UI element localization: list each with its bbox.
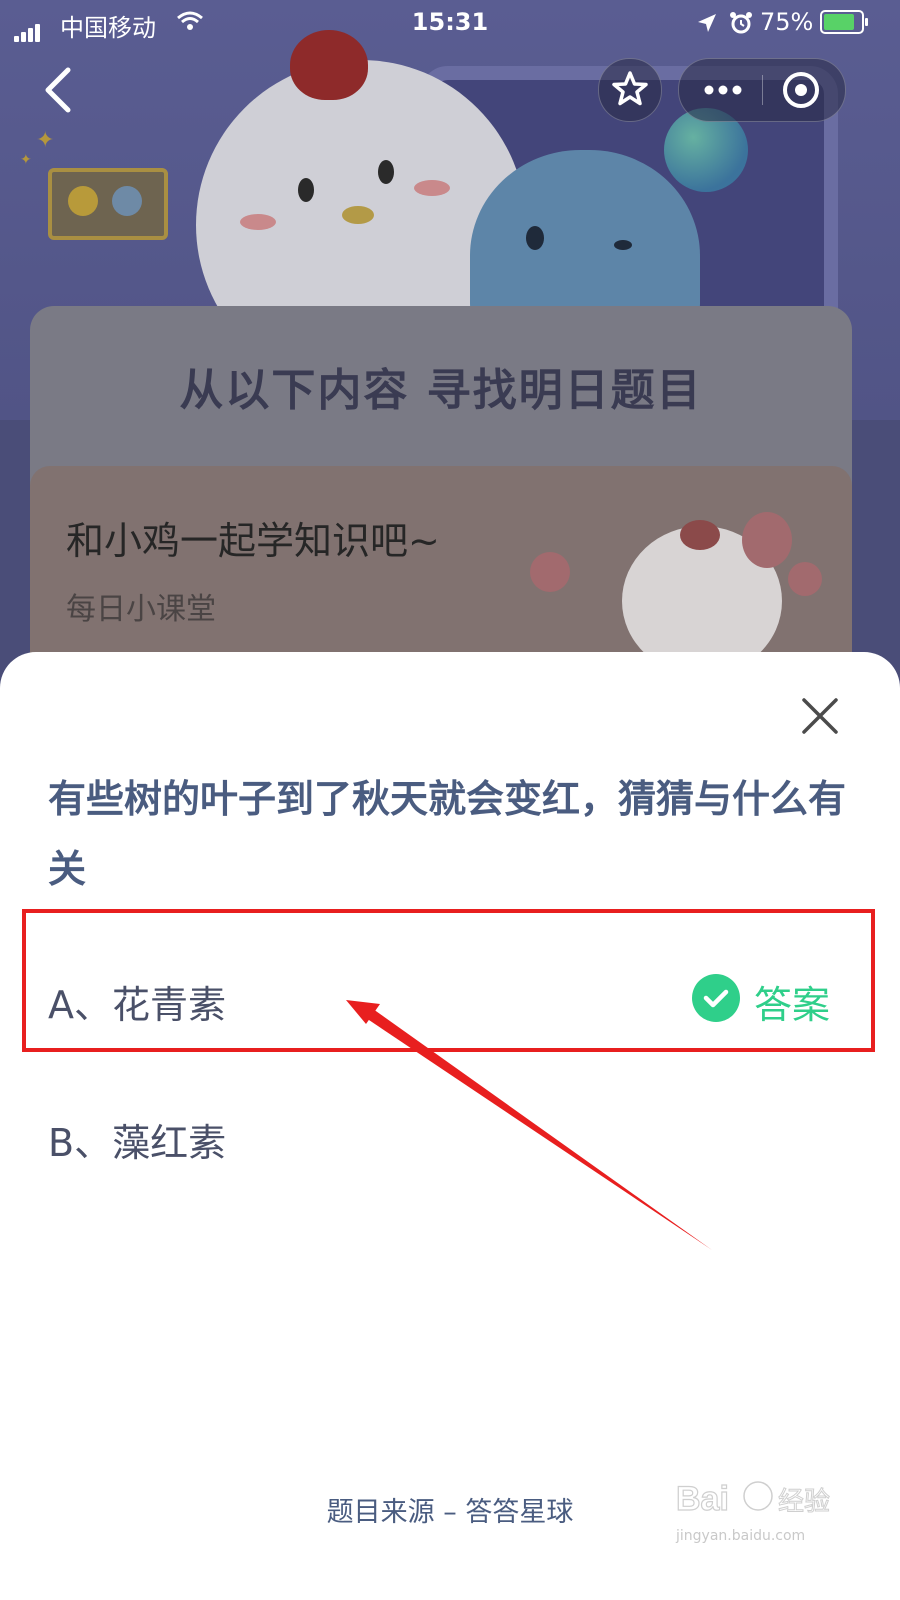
sparkle-icon: ✦ (20, 152, 32, 168)
chicken-eye (378, 160, 394, 184)
target-icon[interactable] (773, 59, 833, 121)
capsule-divider (762, 75, 763, 105)
star-icon (612, 71, 648, 106)
heart-balloon-icon (788, 562, 822, 596)
medal-frame-illustration (48, 168, 168, 240)
chicken-cheek (414, 180, 450, 196)
quiz-question: 有些树的叶子到了秋天就会变红，猜猜与什么有关 (48, 777, 847, 891)
mini-program-capsule (678, 58, 846, 122)
course-subtitle: 每日小课堂 (66, 592, 216, 627)
alarm-clock-icon (730, 12, 752, 34)
watermark-url: jingyan.baidu.com (676, 1528, 806, 1544)
sparkle-icon: ✦ (36, 128, 55, 153)
option-label: B、藻红素 (48, 1121, 227, 1165)
baidu-jingyan-watermark: Bai 经验 (676, 1479, 831, 1518)
balloon-icon (742, 512, 792, 568)
chicken-eye (298, 178, 314, 202)
mini-chicken-comb (680, 520, 720, 550)
chicken-beak (342, 206, 374, 224)
close-icon[interactable] (796, 692, 844, 740)
background-page: ✦ ✦ 中国移动 15:31 75% 从以下内容 寻找明日题目 和小鸡一起学知识… (0, 0, 900, 700)
course-title: 和小鸡一起学知识吧~ (66, 519, 440, 563)
blue-mascot-eye (526, 226, 544, 250)
more-dots-icon[interactable] (693, 59, 753, 121)
quiz-bottom-sheet: 有些树的叶子到了秋天就会变红，猜猜与什么有关 A、花青素 答案 B、藻红素 题目… (0, 652, 900, 1600)
battery-percentage: 75% (760, 8, 814, 36)
svg-text:Bai: Bai (676, 1480, 729, 1518)
status-bar: 中国移动 15:31 75% (0, 0, 900, 44)
gold-medal-icon (68, 186, 98, 216)
blue-mascot-eye (614, 240, 632, 250)
favorite-button[interactable] (598, 58, 662, 122)
heart-balloon-icon (530, 552, 570, 592)
chicken-cheek (240, 214, 276, 230)
silver-medal-icon (112, 186, 142, 216)
option-b[interactable]: B、藻红素 (48, 1106, 848, 1166)
location-arrow-icon (698, 14, 716, 32)
back-chevron-icon[interactable] (40, 66, 80, 114)
svg-text:经验: 经验 (778, 1487, 830, 1517)
battery-charging-icon (820, 10, 868, 34)
panel-heading: 从以下内容 寻找明日题目 (179, 365, 703, 416)
content-panel: 从以下内容 寻找明日题目 和小鸡一起学知识吧~ 每日小课堂 (30, 306, 852, 700)
answer-highlight-box (22, 909, 875, 1052)
